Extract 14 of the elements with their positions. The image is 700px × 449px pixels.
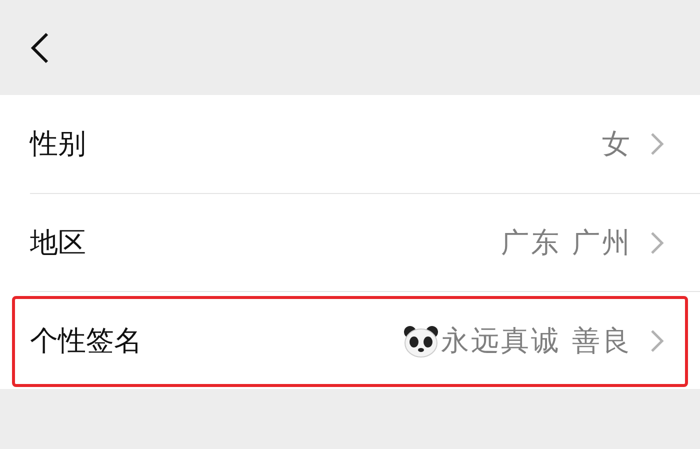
row-value: 广东 广州 [501,224,632,260]
panda-icon [403,324,440,358]
settings-row[interactable]: 个性签名 永远真诚 善良 [30,291,700,389]
settings-row[interactable]: 地区 广东 广州 [30,193,700,291]
back-chevron-icon [30,32,50,64]
chevron-right-icon [650,132,664,156]
chevron-right-icon [650,328,664,352]
row-value: 永远真诚 善良 [441,322,632,358]
row-label: 性别 [30,126,86,162]
row-label: 个性签名 [30,322,142,358]
row-label: 地区 [30,224,86,260]
settings-row[interactable]: 性别 女 [30,95,700,193]
row-value: 女 [602,126,632,162]
chevron-right-icon [650,230,664,254]
